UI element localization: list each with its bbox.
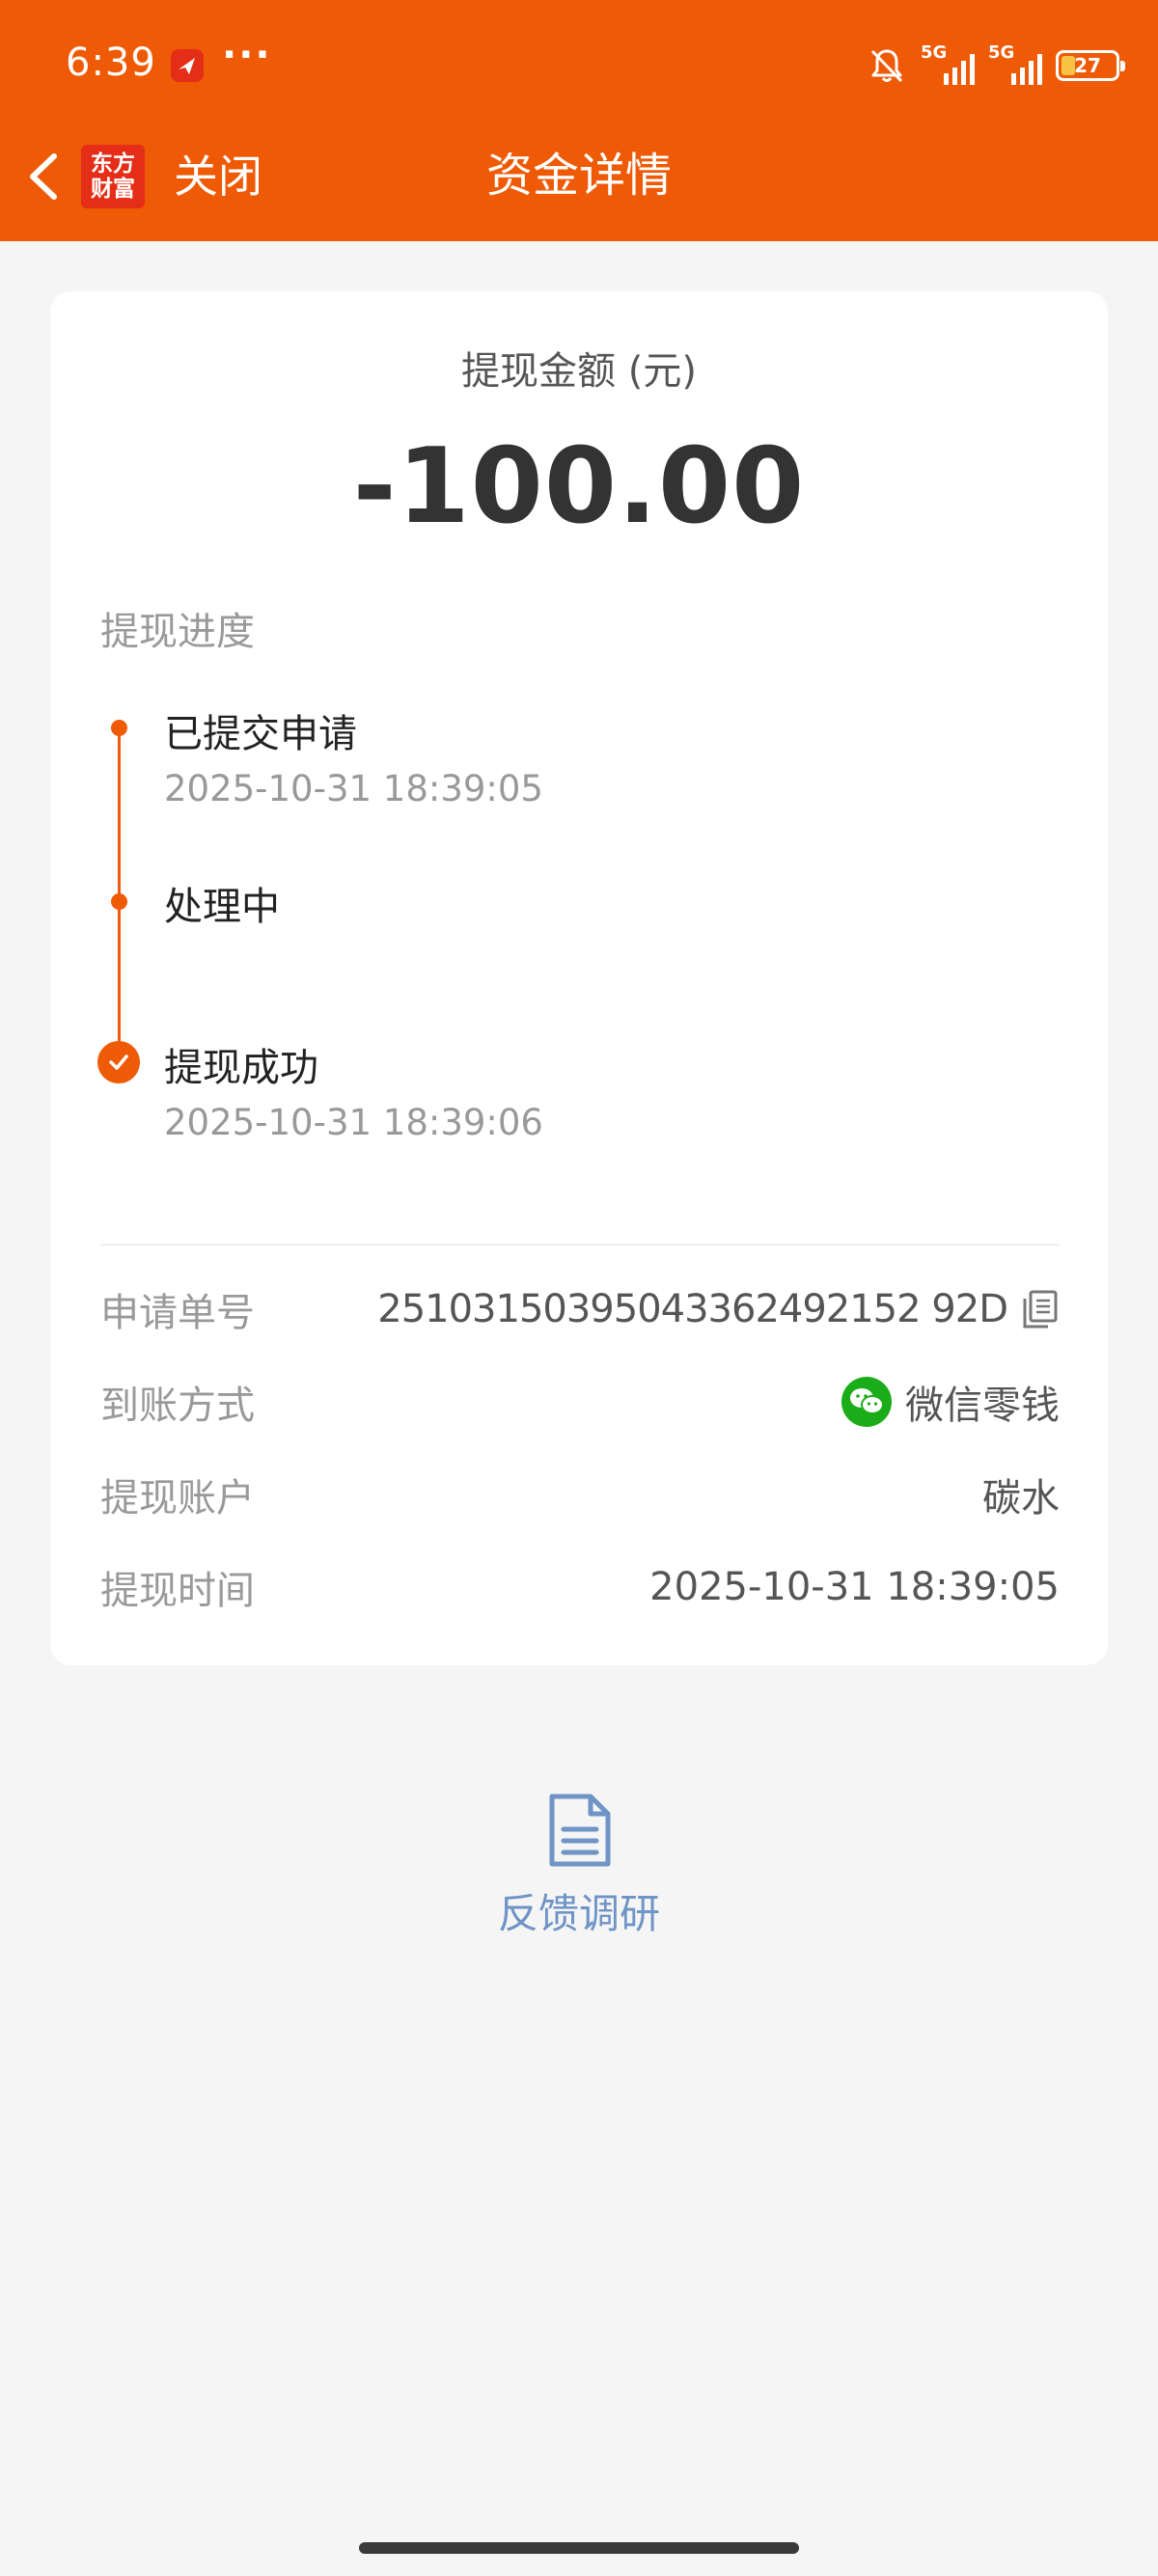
amount-value: -100.00 xyxy=(352,426,806,547)
check-circle-icon xyxy=(97,1041,140,1083)
signal-1-label: 5G xyxy=(921,42,948,63)
order-number-value: 25103150395043362492152 92D xyxy=(377,1287,1008,1331)
order-number-label: 申请单号 xyxy=(100,1291,255,1335)
payout-method-value: 微信零钱 xyxy=(905,1384,1060,1428)
header: 6:39 ··· 5G 5G 27 东方 财富 关闭 资金详情 xyxy=(0,0,1158,241)
status-time: 6:39 xyxy=(66,41,156,85)
status-bar: 6:39 ··· 5G 5G 27 xyxy=(0,0,1158,130)
document-icon[interactable] xyxy=(544,1793,614,1868)
account-value: 碳水 xyxy=(982,1476,1060,1521)
timeline-dot-submitted xyxy=(111,720,127,736)
amount-label: 提现金额 (元) xyxy=(461,349,697,394)
battery-level: 27 xyxy=(1074,54,1101,77)
status-icons: 5G 5G 27 xyxy=(867,42,1125,89)
copy-icon[interactable] xyxy=(1021,1289,1060,1329)
page-title: 资金详情 xyxy=(485,149,672,203)
signal-2-label: 5G xyxy=(988,42,1015,63)
app-notification-icon xyxy=(171,49,204,82)
withdrawal-detail-card: 提现金额 (元) -100.00 提现进度 已提交申请 2025-10-31 1… xyxy=(50,291,1108,1665)
wechat-icon xyxy=(841,1377,892,1427)
timeline-dot-processing xyxy=(111,893,127,910)
signal-2-icon: 5G xyxy=(988,42,1042,85)
bell-off-icon xyxy=(870,49,903,83)
payout-method-value-group: 微信零钱 xyxy=(841,1374,1060,1430)
account-row: 提现账户 碳水 xyxy=(100,1466,1060,1523)
step-success-time: 2025-10-31 18:39:06 xyxy=(164,1102,543,1143)
withdrawal-time-label: 提现时间 xyxy=(100,1569,255,1613)
progress-title: 提现进度 xyxy=(100,610,255,654)
step-submitted-time: 2025-10-31 18:39:05 xyxy=(164,768,543,809)
step-submitted-label: 已提交申请 xyxy=(164,712,357,756)
feedback-survey-link[interactable]: 反馈调研 xyxy=(0,1881,1158,1940)
status-more-icon: ··· xyxy=(222,33,272,77)
divider xyxy=(100,1244,1060,1246)
account-label: 提现账户 xyxy=(100,1476,255,1521)
home-indicator[interactable] xyxy=(359,2542,799,2554)
withdrawal-time-value: 2025-10-31 18:39:05 xyxy=(649,1565,1060,1609)
payout-method-row: 到账方式 微信零钱 xyxy=(100,1373,1060,1431)
order-number-value-group: 25103150395043362492152 92D xyxy=(377,1287,1060,1331)
signal-1-icon: 5G xyxy=(921,42,975,85)
payout-method-label: 到账方式 xyxy=(100,1384,255,1428)
step-success-label: 提现成功 xyxy=(164,1046,318,1090)
order-number-row: 申请单号 25103150395043362492152 92D xyxy=(100,1280,1060,1338)
step-processing-label: 处理中 xyxy=(164,885,280,929)
withdrawal-time-row: 提现时间 2025-10-31 18:39:05 xyxy=(100,1558,1060,1616)
battery-icon: 27 xyxy=(1056,50,1125,81)
